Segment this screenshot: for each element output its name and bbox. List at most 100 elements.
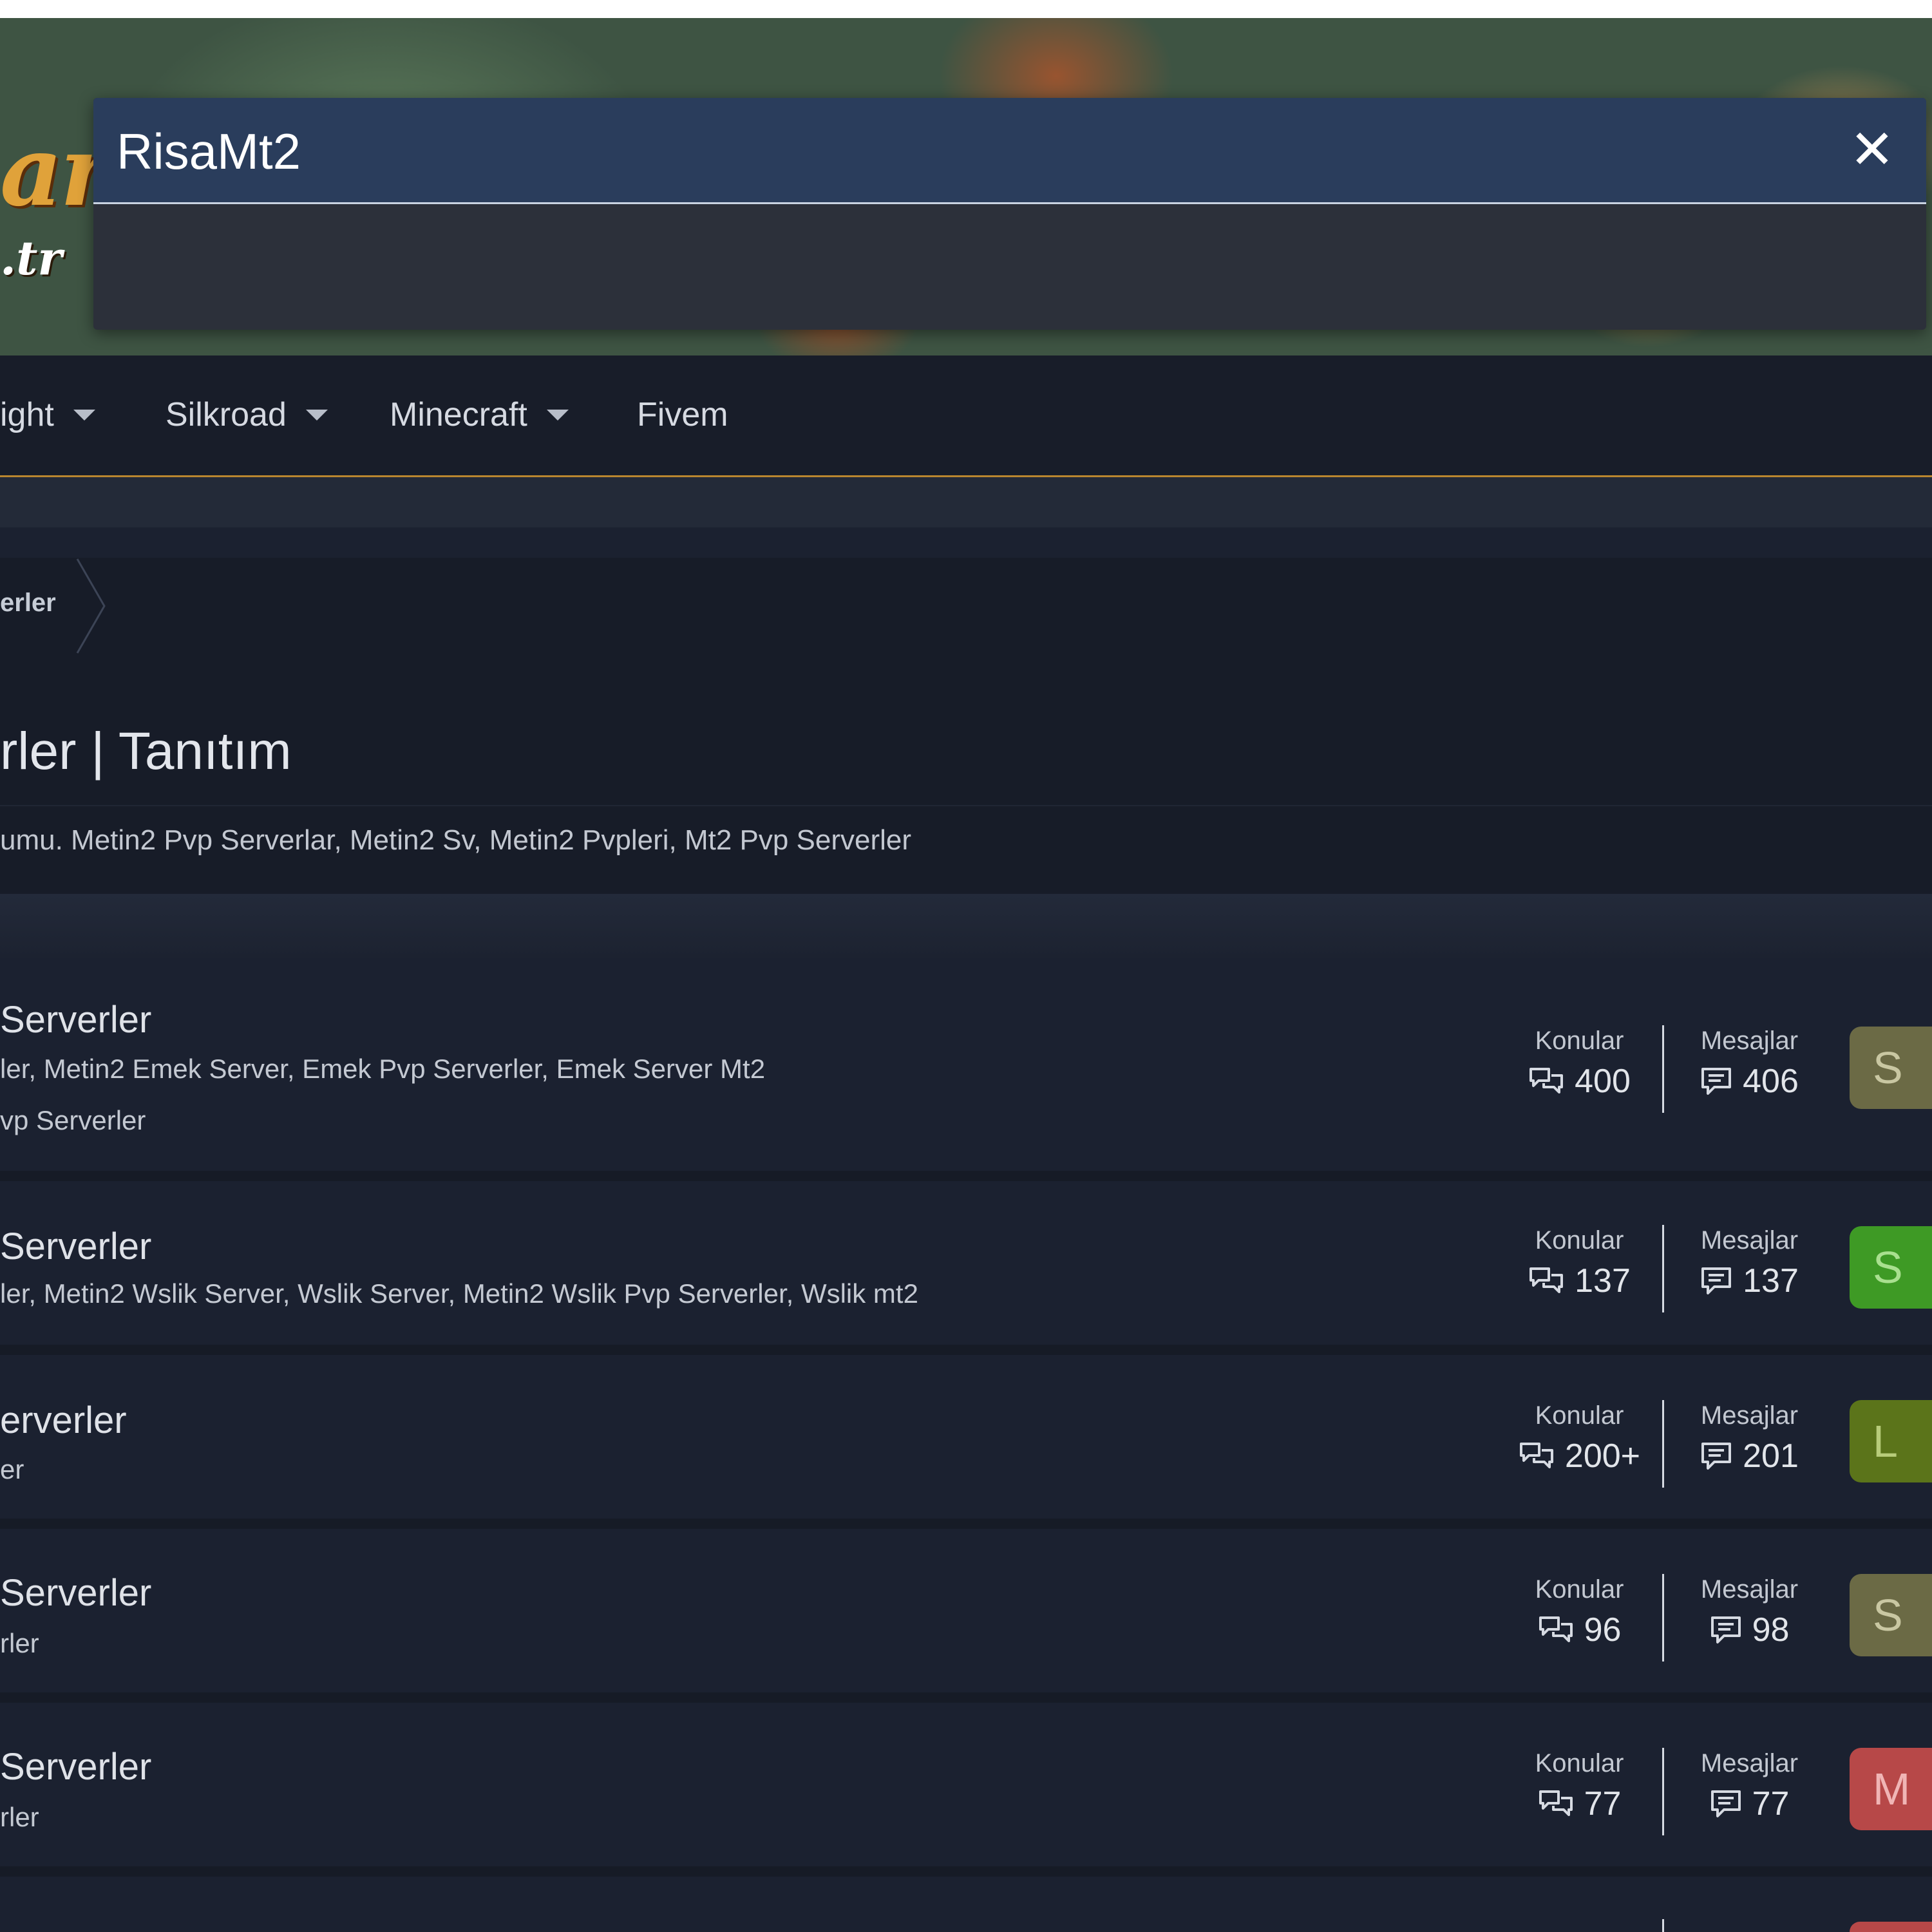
node-title[interactable]: Serverler: [0, 1571, 151, 1615]
divider: [1662, 1225, 1664, 1312]
messages-count: 201: [1743, 1437, 1799, 1475]
avatar[interactable]: L: [1850, 1400, 1932, 1482]
nav-item-fivem[interactable]: Fivem: [637, 395, 728, 434]
messages-stat: Mesajlar 77: [1677, 1749, 1822, 1823]
messages-label: Mesajlar: [1700, 1749, 1799, 1777]
browser-top-strip: [0, 0, 1932, 18]
node-description: ler, Metin2 Emek Server, Emek Pvp Server…: [0, 1054, 766, 1084]
node-subforum-link[interactable]: vp Serverler: [0, 1105, 146, 1136]
messages-stat: Mesajlar 137: [1677, 1226, 1822, 1300]
node-description: rler: [0, 1802, 39, 1832]
chat-bubbles-icon: [1530, 1068, 1564, 1094]
threads-value-row: 96: [1513, 1611, 1645, 1649]
chat-bubbles-icon: [1539, 1616, 1573, 1642]
node-description: rler: [0, 1628, 39, 1658]
threads-label: Konular: [1535, 1575, 1624, 1604]
page-header: [0, 684, 1932, 894]
threads-stat: Konular 77: [1513, 1749, 1645, 1823]
site-logo-domain: .tr: [0, 231, 62, 285]
messages-value-row: 406: [1677, 1062, 1822, 1101]
avatar[interactable]: [1850, 1922, 1932, 1932]
threads-stat: Konular 200+: [1507, 1401, 1652, 1475]
nav-item-label: ight: [0, 396, 54, 433]
node-title[interactable]: Serverler: [0, 998, 151, 1041]
threads-stat: Konular 400: [1513, 1027, 1645, 1101]
node-title[interactable]: Serverler: [0, 1745, 151, 1788]
page-description: umu. Metin2 Pvp Serverlar, Metin2 Sv, Me…: [0, 824, 912, 856]
message-icon: [1710, 1616, 1741, 1643]
chevron-down-icon[interactable]: [546, 409, 569, 421]
nav-item-label: Silkroad: [166, 396, 287, 433]
chevron-down-icon[interactable]: [305, 409, 328, 421]
threads-count: 96: [1584, 1611, 1622, 1649]
messages-stat: Mesajlar 98: [1677, 1575, 1822, 1649]
main-navigation: ight Silkroad Minecraft Fivem: [0, 355, 1932, 477]
site-logo[interactable]: ar: [0, 115, 111, 228]
message-icon: [1701, 1267, 1732, 1294]
messages-count: 98: [1752, 1611, 1790, 1649]
divider: [1662, 1574, 1664, 1662]
close-icon[interactable]: ✕: [1846, 122, 1898, 176]
chat-bubbles-icon: [1539, 1790, 1573, 1816]
sub-navigation-bar: [0, 477, 1932, 527]
divider: [1662, 1400, 1664, 1488]
search-overlay-title: RisaMt2: [117, 123, 301, 180]
threads-count: 200+: [1564, 1437, 1641, 1475]
message-icon: [1701, 1443, 1732, 1470]
threads-value-row: 400: [1513, 1062, 1645, 1101]
threads-stat: Konular 96: [1513, 1575, 1645, 1649]
messages-label: Mesajlar: [1700, 1027, 1799, 1055]
threads-value-row: 137: [1513, 1262, 1645, 1300]
chevron-down-icon[interactable]: [73, 409, 95, 421]
message-icon: [1701, 1068, 1732, 1095]
node-title[interactable]: erverler: [0, 1399, 127, 1442]
chat-bubbles-icon: [1519, 1443, 1553, 1468]
node-description: ler, Metin2 Wslik Server, Wslik Server, …: [0, 1278, 918, 1309]
nav-item-knight[interactable]: ight: [0, 395, 95, 434]
node-description: er: [0, 1454, 24, 1484]
messages-value-row: 201: [1677, 1437, 1822, 1475]
avatar[interactable]: S: [1850, 1574, 1932, 1656]
message-icon: [1710, 1790, 1741, 1817]
chat-bubbles-icon: [1530, 1267, 1564, 1293]
messages-value-row: 98: [1677, 1611, 1822, 1649]
nav-item-label: Minecraft: [390, 396, 527, 433]
nav-item-minecraft[interactable]: Minecraft: [390, 395, 569, 434]
messages-label: Mesajlar: [1700, 1226, 1799, 1255]
divider: [1662, 1025, 1664, 1113]
breadcrumb: [0, 558, 1932, 684]
search-overlay-header: RisaMt2 ✕: [93, 98, 1926, 204]
threads-label: Konular: [1535, 1749, 1624, 1777]
threads-count: 77: [1584, 1785, 1622, 1823]
threads-label: Konular: [1535, 1027, 1624, 1055]
node-title[interactable]: Serverler: [0, 1225, 151, 1268]
breadcrumb-item[interactable]: erler: [0, 589, 56, 618]
threads-label: Konular: [1535, 1401, 1624, 1430]
nav-item-label: Fivem: [637, 396, 728, 433]
divider: [1662, 1919, 1664, 1932]
avatar[interactable]: S: [1850, 1027, 1932, 1109]
list-item: [0, 1886, 1932, 1932]
messages-label: Mesajlar: [1700, 1575, 1799, 1604]
threads-value-row: 77: [1513, 1785, 1645, 1823]
divider: [0, 805, 1932, 806]
messages-count: 406: [1743, 1063, 1799, 1100]
divider: [1662, 1748, 1664, 1835]
messages-value-row: 77: [1677, 1785, 1822, 1823]
messages-label: Mesajlar: [1700, 1401, 1799, 1430]
threads-stat: Konular 137: [1513, 1226, 1645, 1300]
messages-count: 77: [1752, 1785, 1790, 1823]
messages-stat: Mesajlar 201: [1677, 1401, 1822, 1475]
threads-count: 400: [1575, 1063, 1631, 1100]
threads-value-row: 200+: [1507, 1437, 1652, 1475]
threads-count: 137: [1575, 1262, 1631, 1300]
nav-item-silkroad[interactable]: Silkroad: [166, 395, 328, 434]
forum-list-header: [0, 894, 1932, 958]
search-overlay: RisaMt2 ✕: [93, 98, 1926, 330]
messages-count: 137: [1743, 1262, 1799, 1300]
threads-label: Konular: [1535, 1226, 1624, 1255]
breadcrumb-separator-icon: [76, 558, 106, 654]
messages-stat: Mesajlar 406: [1677, 1027, 1822, 1101]
avatar[interactable]: M: [1850, 1748, 1932, 1830]
avatar[interactable]: S: [1850, 1226, 1932, 1309]
